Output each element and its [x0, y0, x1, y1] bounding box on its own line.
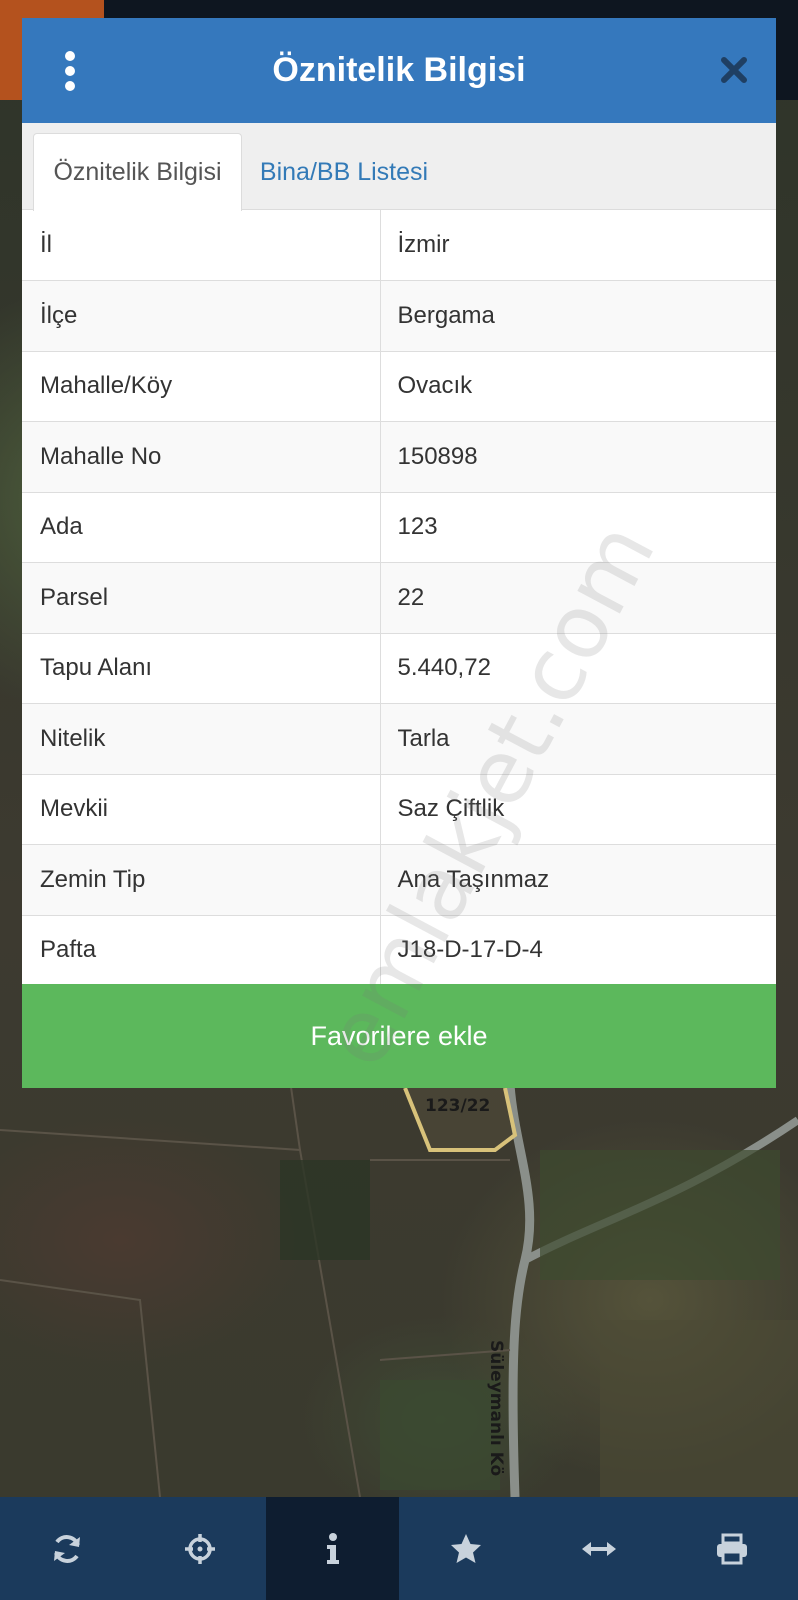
- attr-key: Pafta: [22, 915, 381, 986]
- attr-key: Zemin Tip: [22, 844, 381, 916]
- table-row: Mahalle No 150898: [22, 421, 776, 493]
- field-area: [280, 1160, 370, 1260]
- attr-value: İzmir: [380, 210, 776, 281]
- info-button[interactable]: [266, 1497, 399, 1600]
- measure-icon: [581, 1541, 616, 1556]
- attr-key: Parsel: [22, 562, 381, 634]
- star-icon: [450, 1533, 481, 1563]
- road-line: [505, 1084, 535, 1497]
- favorites-button[interactable]: [399, 1497, 532, 1600]
- refresh-button[interactable]: [0, 1497, 133, 1600]
- attr-value: Bergama: [380, 280, 776, 352]
- attr-key: Tapu Alanı: [22, 633, 381, 704]
- table-row: İlçe Bergama: [22, 280, 776, 352]
- info-icon: [326, 1532, 339, 1564]
- attr-key: Mahalle No: [22, 421, 381, 493]
- attr-key: Mevkii: [22, 774, 381, 845]
- field-area: [600, 1320, 798, 1497]
- bottom-toolbar: [0, 1497, 798, 1600]
- locate-button[interactable]: [133, 1497, 266, 1600]
- measure-button[interactable]: [532, 1497, 665, 1600]
- table-row: Mevkii Saz Çiftlik: [22, 774, 776, 845]
- attr-value: 150898: [380, 421, 776, 493]
- orchard-area: [540, 1150, 780, 1280]
- print-icon: [716, 1533, 747, 1564]
- attr-key: İlçe: [22, 280, 381, 352]
- attr-key: Nitelik: [22, 703, 381, 775]
- tab-attribute-info[interactable]: Öznitelik Bilgisi: [33, 133, 242, 211]
- parcel-label: 123/22: [425, 1096, 491, 1116]
- print-button[interactable]: [665, 1497, 798, 1600]
- field-boundary: [289, 1079, 301, 1151]
- orchard-area: [380, 1380, 500, 1490]
- refresh-icon: [53, 1534, 80, 1563]
- field-boundary: [0, 1279, 161, 1497]
- road-label: Süleymanlı Kö: [486, 1340, 506, 1477]
- dialog-tabs: Öznitelik Bilgisi Bina/BB Listesi: [22, 123, 776, 211]
- menu-dots-icon[interactable]: [62, 51, 78, 91]
- dialog-header: Öznitelik Bilgisi: [22, 18, 776, 123]
- attr-key: Mahalle/Köy: [22, 351, 381, 422]
- close-icon[interactable]: [718, 54, 750, 86]
- dialog-title: Öznitelik Bilgisi: [272, 51, 526, 89]
- attr-value: Ovacık: [380, 351, 776, 422]
- attr-key: Ada: [22, 492, 381, 563]
- table-row: Nitelik Tarla: [22, 703, 776, 775]
- table-row: Tapu Alanı 5.440,72: [22, 633, 776, 704]
- locate-icon: [184, 1533, 215, 1564]
- table-row: Mahalle/Köy Ovacık: [22, 351, 776, 422]
- attr-key: İl: [22, 210, 381, 281]
- tab-building-list[interactable]: Bina/BB Listesi: [254, 133, 434, 211]
- table-row: İl İzmir: [22, 210, 776, 281]
